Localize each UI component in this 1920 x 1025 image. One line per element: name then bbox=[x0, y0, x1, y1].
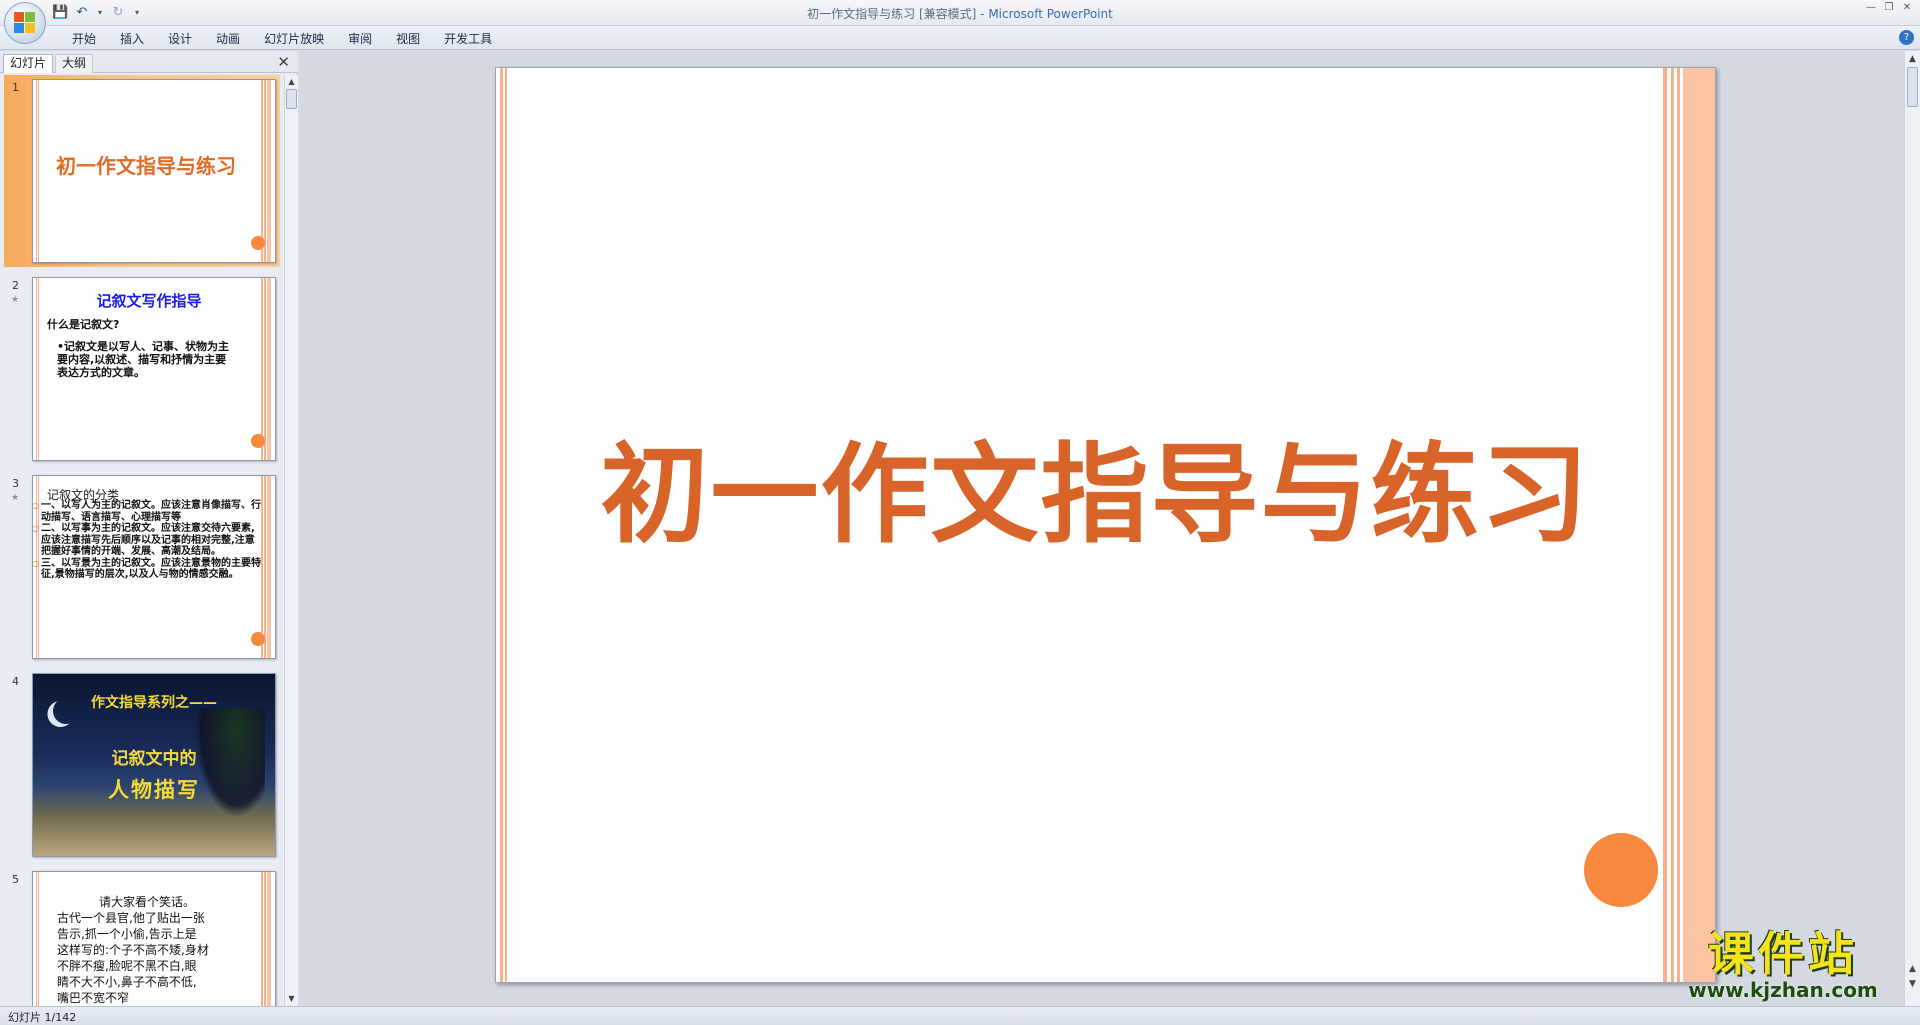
thumbnail-line-3: 人物描写 bbox=[108, 778, 200, 802]
scroll-down-icon[interactable]: ▼ bbox=[285, 993, 298, 1005]
text-line: 不胖不瘦,脸呢不黑不白,眼 bbox=[57, 959, 197, 973]
thumbnail-slide-5[interactable]: 5 请大家看个笑话。 古代一个县官,他了贴出一张 告示,抓一个小偷,告示上是 这… bbox=[4, 867, 280, 1006]
text-line: 古代一个县官,他了贴出一张 bbox=[57, 911, 205, 925]
watermark-url: www.kjzhan.com bbox=[1688, 978, 1878, 1002]
thumbnail-slide-1[interactable]: 1 初一作文指导与练习 bbox=[4, 75, 280, 267]
office-logo-icon bbox=[14, 12, 36, 34]
list-item: 二、以写事为主的记叙文。应该注意交待六要素,应该注意描写先后顺序以及记事的相对完… bbox=[33, 523, 263, 558]
decor-stripe bbox=[1663, 68, 1715, 982]
next-slide-icon[interactable]: ▼ bbox=[1905, 977, 1920, 991]
decor-stripe bbox=[261, 872, 271, 1006]
scroll-up-icon[interactable]: ▲ bbox=[1905, 52, 1920, 66]
slide-thumbnail[interactable]: 作文指导系列之—— 记叙文中的 人物描写 bbox=[32, 673, 276, 857]
slide-thumbnail[interactable]: 记叙文写作指导 什么是记叙文? •记叙文是以写人、记事、状物为主要内容,以叙述、… bbox=[32, 277, 276, 461]
tab-home[interactable]: 开始 bbox=[60, 30, 108, 48]
slide-thumbnail[interactable]: 初一作文指导与练习 bbox=[32, 79, 276, 263]
decor-stripe bbox=[500, 68, 509, 982]
tab-outline[interactable]: 大纲 bbox=[55, 54, 94, 73]
help-icon[interactable]: ? bbox=[1899, 30, 1914, 45]
thumbnail-line-2: 记叙文中的 bbox=[111, 749, 197, 769]
window-controls: — ❐ ✕ bbox=[1864, 2, 1914, 14]
thumbnail-body: 一、以写人为主的记叙文。应该注意肖像描写、行动描写、语言描写、心理描写等 二、以… bbox=[33, 500, 263, 581]
tab-review[interactable]: 审阅 bbox=[336, 30, 384, 48]
window-title: 初一作文指导与练习 [兼容模式] - Microsoft PowerPoint bbox=[0, 5, 1920, 22]
watermark-logo: 课件站 www.kjzhan.com bbox=[1668, 929, 1898, 1001]
document-title: 初一作文指导与练习 [兼容模式] - bbox=[807, 7, 989, 21]
decor-stripe bbox=[261, 80, 271, 262]
slide-title[interactable]: 初一作文指导与练习 bbox=[556, 408, 1635, 564]
current-slide[interactable]: 初一作文指导与练习 bbox=[495, 67, 1716, 983]
watermark-name: 课件站 bbox=[1708, 927, 1858, 981]
thumbnail-line-1: 作文指导系列之—— bbox=[91, 695, 217, 711]
ribbon: 开始 插入 设计 动画 幻灯片放映 审阅 视图 开发工具 ? bbox=[0, 26, 1920, 50]
tab-slideshow[interactable]: 幻灯片放映 bbox=[252, 30, 336, 48]
slide-thumbnail[interactable]: 记叙文的分类 一、以写人为主的记叙文。应该注意肖像描写、行动描写、语言描写、心理… bbox=[32, 475, 276, 659]
animation-icon: ★ bbox=[11, 295, 20, 305]
thumbnail-slide-2[interactable]: 2 ★ 记叙文写作指导 什么是记叙文? •记叙文是以写人、记事、状物为主要内容,… bbox=[4, 273, 280, 465]
list-item: 三、以写景为主的记叙文。应该注意景物的主要特征,景物描写的层次,以及人与物的情感… bbox=[33, 558, 263, 581]
tab-insert[interactable]: 插入 bbox=[108, 30, 156, 48]
scroll-up-icon[interactable]: ▲ bbox=[285, 76, 298, 88]
text-line: 嘴巴不宽不窄 bbox=[57, 991, 130, 1005]
slide-editor: 初一作文指导与练习 bbox=[300, 51, 1904, 1006]
thumbnail-subtitle: 什么是记叙文? bbox=[47, 318, 120, 331]
ribbon-tabs: 开始 插入 设计 动画 幻灯片放映 审阅 视图 开发工具 bbox=[60, 30, 504, 48]
orange-dot bbox=[251, 632, 265, 646]
previous-slide-icon[interactable]: ▲ bbox=[1905, 962, 1920, 976]
orange-dot bbox=[1584, 833, 1658, 907]
tab-design[interactable]: 设计 bbox=[156, 30, 204, 48]
thumbnail-number: 1 bbox=[12, 81, 19, 94]
orange-dot bbox=[251, 236, 265, 250]
orange-dot bbox=[251, 434, 265, 448]
thumbnail-slide-4[interactable]: 4 作文指导系列之—— 记叙文中的 人物描写 bbox=[4, 669, 280, 861]
tab-animations[interactable]: 动画 bbox=[204, 30, 252, 48]
restore-icon[interactable]: ❐ bbox=[1882, 2, 1896, 14]
status-bar: 幻灯片 1/142 bbox=[0, 1006, 1920, 1025]
close-window-icon[interactable]: ✕ bbox=[1900, 2, 1914, 14]
thumbnail-title: 记叙文写作指导 bbox=[96, 292, 202, 310]
scroll-thumb[interactable] bbox=[286, 89, 297, 109]
text-line: 请大家看个笑话。 bbox=[98, 895, 195, 909]
powerpoint-window: 💾 ↶ ▾ ↻ ▾ 初一作文指导与练习 [兼容模式] - Microsoft P… bbox=[0, 0, 1920, 1025]
thumbnail-number: 2 bbox=[12, 279, 19, 292]
slide-counter: 幻灯片 1/142 bbox=[8, 1011, 77, 1024]
animation-icon: ★ bbox=[11, 493, 20, 503]
close-pane-icon[interactable]: ✕ bbox=[277, 53, 290, 71]
thumbnail-list: 1 初一作文指导与练习 2 ★ 记叙文写作指导 什么是记叙文? •记叙文是以写人… bbox=[0, 75, 284, 1006]
thumbnail-number: 4 bbox=[12, 675, 19, 688]
tab-view[interactable]: 视图 bbox=[384, 30, 432, 48]
thumbnail-number: 5 bbox=[12, 873, 19, 886]
title-bar: 💾 ↶ ▾ ↻ ▾ 初一作文指导与练习 [兼容模式] - Microsoft P… bbox=[0, 0, 1920, 44]
tab-developer[interactable]: 开发工具 bbox=[432, 30, 504, 48]
thumbnail-slide-3[interactable]: 3 ★ 记叙文的分类 一、以写人为主的记叙文。应该注意肖像描写、行动描写、语言描… bbox=[4, 471, 280, 663]
app-name: Microsoft PowerPoint bbox=[988, 7, 1113, 21]
thumbnail-scrollbar[interactable]: ▲ ▼ bbox=[284, 75, 298, 1006]
slides-pane: 幻灯片 大纲 ✕ 1 初一作文指导与练习 2 ★ 记叙文写作指导 什么是记叙文?… bbox=[0, 51, 298, 1006]
text-line: 睛不大不小,鼻子不高不低, bbox=[57, 975, 197, 989]
slide-thumbnail[interactable]: 请大家看个笑话。 古代一个县官,他了贴出一张 告示,抓一个小偷,告示上是 这样写… bbox=[32, 871, 276, 1006]
thumbnail-title: 初一作文指导与练习 bbox=[56, 154, 236, 178]
office-button[interactable] bbox=[4, 2, 46, 44]
text-line: 这样写的:个子不高不矮,身材 bbox=[57, 943, 209, 957]
slide-scrollbar[interactable]: ▲ ▲ ▼ bbox=[1904, 51, 1920, 1006]
minimize-icon[interactable]: — bbox=[1864, 2, 1878, 14]
scroll-thumb[interactable] bbox=[1907, 67, 1918, 107]
pane-tabs: 幻灯片 大纲 ✕ bbox=[0, 51, 298, 73]
decor-stripe bbox=[36, 872, 39, 1006]
tab-slides[interactable]: 幻灯片 bbox=[3, 54, 54, 73]
text-line: 告示,抓一个小偷,告示上是 bbox=[57, 927, 197, 941]
thumbnail-body: •记叙文是以写人、记事、状物为主要内容,以叙述、描写和抒情为主要表达方式的文章。 bbox=[57, 340, 230, 379]
thumbnail-body: 请大家看个笑话。 古代一个县官,他了贴出一张 告示,抓一个小偷,告示上是 这样写… bbox=[57, 894, 237, 1006]
list-item: 一、以写人为主的记叙文。应该注意肖像描写、行动描写、语言描写、心理描写等 bbox=[33, 500, 263, 523]
thumbnail-number: 3 bbox=[12, 477, 19, 490]
